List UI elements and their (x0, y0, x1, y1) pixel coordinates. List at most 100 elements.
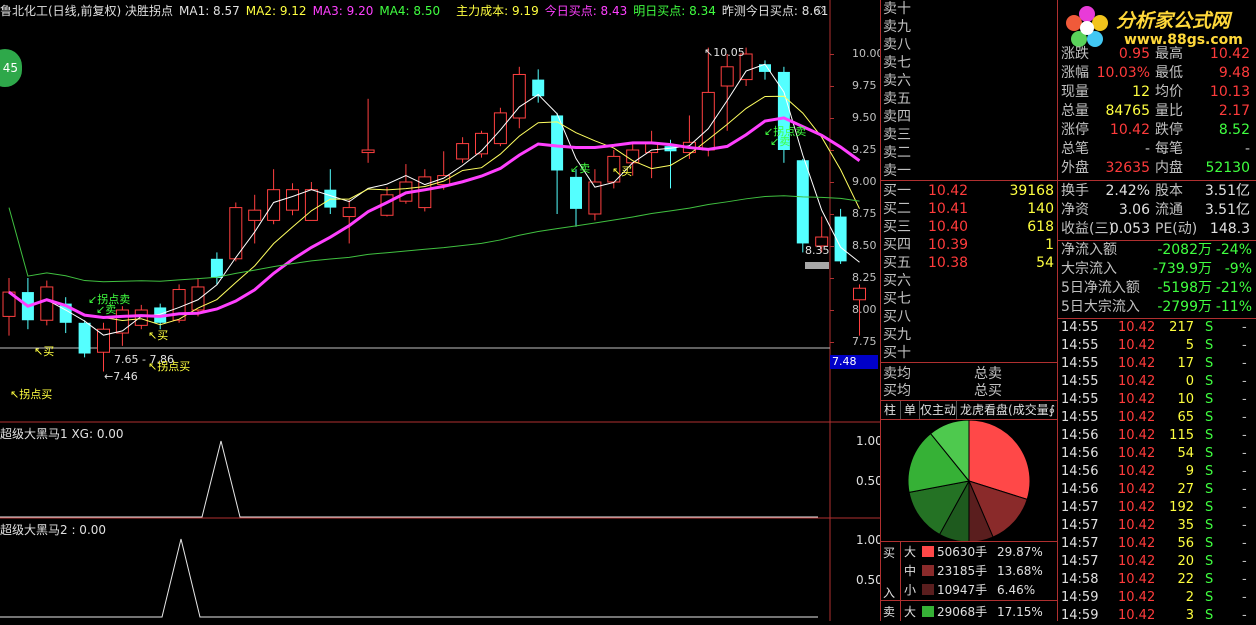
ask-row[interactable]: 卖七 (880, 54, 1058, 72)
tick-volume: 27 (1177, 482, 1194, 497)
collapse-icon[interactable]: ◇ (816, 3, 824, 16)
stat-value: 10.42 (1109, 122, 1150, 138)
ob-level-label: 卖一 (883, 163, 911, 179)
ask-row[interactable]: 卖二 (880, 144, 1058, 162)
bid-row[interactable]: 买一 10.42 39168 (880, 182, 1058, 200)
ob-level-label: 买七 (883, 291, 911, 307)
chart-area[interactable]: 鲁北化工(日线,前复权) 决胜拐点 MA1: 8.57 MA2: 9.12 MA3: … (0, 0, 884, 621)
sub2-tick-2: 0.50 (856, 573, 883, 587)
tick-volume: 10 (1177, 392, 1194, 407)
flow-value: -5198万 (1157, 280, 1212, 296)
tick-row[interactable]: 14:58 10.42 22 S - (1058, 571, 1256, 589)
tick-row[interactable]: 14:55 10.42 217 S - (1058, 319, 1256, 337)
tick-row[interactable]: 14:57 10.42 56 S - (1058, 535, 1256, 553)
flow-value: -2799万 (1157, 299, 1212, 315)
kline-chart[interactable] (0, 0, 880, 621)
tick-row[interactable]: 14:55 10.42 10 S - (1058, 391, 1256, 409)
tick-side: S (1205, 590, 1214, 605)
stat-row: 外盘 32635 内盘 52130 (1058, 159, 1256, 178)
stat-value: 3.51亿 (1204, 183, 1250, 199)
ob-volume: 54 (1036, 255, 1054, 271)
candle-body (418, 176, 432, 209)
legend-volume: 10947手 (937, 583, 988, 597)
ask-row[interactable]: 卖五 (880, 90, 1058, 108)
volume-pie (907, 420, 1031, 542)
pie-slices (907, 420, 1031, 542)
tab-active-only[interactable]: 仅主动 (920, 401, 957, 419)
tick-dir: - (1242, 446, 1247, 461)
tick-price: 10.42 (1118, 428, 1156, 443)
tab-bar[interactable]: 柱 (880, 401, 901, 419)
stat-key: 流通 (1155, 202, 1183, 218)
sell-1: ↙卖 (96, 303, 117, 316)
tick-volume: 17 (1177, 356, 1194, 371)
tick-row[interactable]: 14:55 10.42 65 S - (1058, 409, 1256, 427)
ask-row[interactable]: 卖九 (880, 18, 1058, 36)
ob-level-label: 买四 (883, 237, 911, 253)
ask-row[interactable]: 卖十 (880, 0, 1058, 18)
tick-time: 14:59 (1061, 590, 1099, 605)
ob-volume: 618 (1027, 219, 1054, 235)
tick-price: 10.42 (1118, 518, 1156, 533)
tick-row[interactable]: 14:57 10.42 35 S - (1058, 517, 1256, 535)
legend-row: 小 10947手 6.46% (880, 580, 1058, 600)
ob-level-label: 卖三 (883, 127, 911, 143)
bid-row[interactable]: 买三 10.40 618 (880, 218, 1058, 236)
stat-key: 最高 (1155, 46, 1183, 62)
tab-single[interactable]: 单 (901, 401, 920, 419)
tick-price: 10.42 (1118, 554, 1156, 569)
tick-side: S (1205, 428, 1214, 443)
ask-row[interactable]: 卖八 (880, 36, 1058, 54)
ob-level-label: 卖六 (883, 73, 911, 89)
stat-key: 最低 (1155, 65, 1183, 81)
tick-side: S (1205, 356, 1214, 371)
tick-volume: 56 (1177, 536, 1194, 551)
tick-row[interactable]: 14:56 10.42 115 S - (1058, 427, 1256, 445)
stat-key: 涨跌 (1061, 46, 1089, 62)
bid-row[interactable]: 买十 (880, 344, 1058, 362)
ask-row[interactable]: 卖三 (880, 126, 1058, 144)
ob-level-label: 买一 (883, 183, 911, 199)
candle-body (645, 143, 659, 154)
tick-time: 14:57 (1061, 500, 1099, 515)
blue-price-tag: 7.48 (830, 355, 878, 369)
candle-body (40, 286, 54, 321)
bid-row[interactable]: 买四 10.39 1 (880, 236, 1058, 254)
ob-level-label: 买十 (883, 345, 911, 361)
ask-row[interactable]: 卖六 (880, 72, 1058, 90)
bid-row[interactable]: 买六 (880, 272, 1058, 290)
tick-row[interactable]: 14:57 10.42 20 S - (1058, 553, 1256, 571)
bid-row[interactable]: 买五 10.38 54 (880, 254, 1058, 272)
tick-row[interactable]: 14:56 10.42 54 S - (1058, 445, 1256, 463)
stat-key: 收益(三) (1061, 221, 1114, 237)
tick-volume: 115 (1169, 428, 1194, 443)
stat-key: 换手 (1061, 183, 1089, 199)
tick-side: S (1205, 320, 1214, 335)
ob-level-label: 卖四 (883, 109, 911, 125)
tick-row[interactable]: 14:57 10.42 192 S - (1058, 499, 1256, 517)
tick-row[interactable]: 14:55 10.42 5 S - (1058, 337, 1256, 355)
tick-row[interactable]: 14:55 10.42 17 S - (1058, 355, 1256, 373)
flow-row: 5日净流入额 -5198万 -21% (1058, 279, 1256, 298)
ask-row[interactable]: 卖四 (880, 108, 1058, 126)
tab-dragon-tiger[interactable]: 龙虎看盘(成交量∮ (957, 401, 1058, 419)
tick-row[interactable]: 14:55 10.42 0 S - (1058, 373, 1256, 391)
buy-2: ↖买 (148, 329, 169, 342)
buy-today-label: 今日买点: 8.43 (544, 4, 628, 18)
bid-row[interactable]: 买八 (880, 308, 1058, 326)
bid-row[interactable]: 买七 (880, 290, 1058, 308)
legend-sell-divider (880, 600, 1058, 601)
ob-level-label: 卖二 (883, 145, 911, 161)
bid-row[interactable]: 买二 10.41 140 (880, 200, 1058, 218)
ask-row[interactable]: 卖一 (880, 162, 1058, 180)
tick-row[interactable]: 14:59 10.42 2 S - (1058, 589, 1256, 607)
candle-body (570, 176, 582, 209)
tick-time: 14:55 (1061, 410, 1099, 425)
legend-row: 大 29068手 17.15% (880, 602, 1058, 622)
tick-row[interactable]: 14:56 10.42 27 S - (1058, 481, 1256, 499)
tick-row[interactable]: 14:59 10.42 3 S - (1058, 607, 1256, 625)
stat-value: 0.95 (1118, 46, 1150, 62)
bid-row[interactable]: 买九 (880, 326, 1058, 344)
tick-time: 14:55 (1061, 338, 1099, 353)
tick-row[interactable]: 14:56 10.42 9 S - (1058, 463, 1256, 481)
